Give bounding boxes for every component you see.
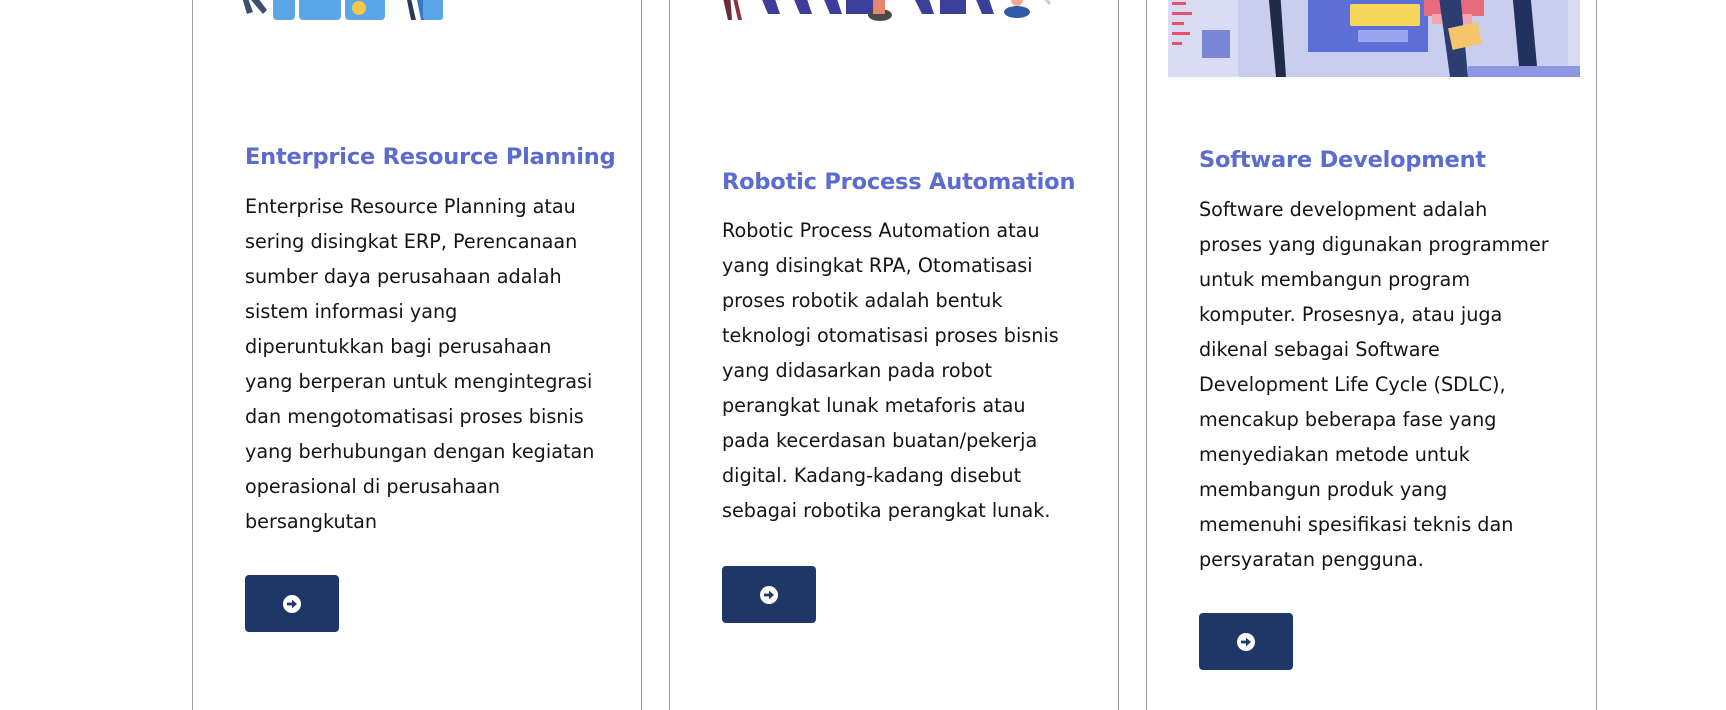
card-title: Software Development: [1199, 147, 1486, 173]
erp-more-button[interactable]: [245, 575, 339, 632]
rpa-illustration: [720, 0, 1120, 22]
card-title: Robotic Process Automation: [722, 169, 1076, 195]
card-title: Enterprice Resource Planning: [245, 144, 616, 170]
software-development-illustration: [1168, 0, 1580, 77]
card-description: Enterprise Resource Planning atau sering…: [245, 195, 595, 533]
card-description: Robotic Process Automation atau yang dis…: [722, 219, 1059, 522]
card-description: Software development adalah proses yang …: [1199, 198, 1549, 571]
arrow-circle-right-icon: [760, 585, 778, 604]
card-erp: Enterprice Resource Planning Enterprise …: [192, 0, 642, 710]
rpa-more-button[interactable]: [722, 566, 816, 623]
card-rpa: Robotic Process Automation Robotic Proce…: [669, 0, 1119, 710]
arrow-circle-right-icon: [1237, 632, 1255, 651]
software-development-more-button[interactable]: [1199, 613, 1293, 670]
card-software-development: Software Development Software developmen…: [1146, 0, 1597, 710]
arrow-circle-right-icon: [283, 594, 301, 613]
erp-illustration: [233, 0, 513, 22]
